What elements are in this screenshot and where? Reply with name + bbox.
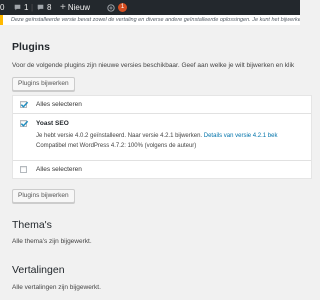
admin-bar-plugin-menu[interactable]: 1 bbox=[107, 0, 127, 15]
comment-icon bbox=[14, 4, 21, 11]
update-notice: Deze geïnstalleerde versie bevat zowel d… bbox=[0, 15, 300, 25]
select-all-checkbox-top[interactable] bbox=[20, 101, 29, 108]
plus-icon: + bbox=[60, 2, 66, 13]
plugin-version-info: Je hebt versie 4.0.2 geïnstalleerd. Naar… bbox=[36, 133, 277, 139]
admin-bar-counter[interactable]: 0 bbox=[0, 0, 4, 15]
table-header-row: Alles selecteren bbox=[13, 96, 311, 114]
comments-count: 1 bbox=[24, 3, 29, 12]
plugin-version-text: Je hebt versie 4.0.2 geïnstalleerd. Naar… bbox=[36, 133, 204, 139]
checkmark-icon bbox=[20, 101, 29, 108]
translations-description: Alle vertalingen zijn bijgewerkt. bbox=[12, 284, 101, 291]
notification-badge: 1 bbox=[118, 3, 127, 12]
plugins-table: Alles selecteren Yoast SEO Je hebt versi… bbox=[12, 95, 312, 179]
plugins-heading: Plugins bbox=[12, 41, 50, 53]
table-footer-row: Alles selecteren bbox=[13, 161, 311, 179]
themes-heading: Thema's bbox=[12, 219, 52, 231]
update-plugins-button-top[interactable]: Plugins bijwerken bbox=[12, 77, 75, 91]
themes-description: Alle thema's zijn bijgewerkt. bbox=[12, 238, 92, 245]
admin-bar-separator: | bbox=[31, 3, 34, 12]
translations-heading: Vertalingen bbox=[12, 264, 65, 276]
plugin-checkbox[interactable] bbox=[20, 120, 29, 127]
select-all-label-bottom: Alles selecteren bbox=[36, 166, 82, 173]
checkmark-icon bbox=[20, 120, 29, 127]
comments-bubble-icon bbox=[37, 4, 44, 11]
plugin-compatibility: Compatibel met WordPress 4.7.2: 100% (vo… bbox=[36, 143, 197, 149]
select-all-label-top: Alles selecteren bbox=[36, 101, 82, 108]
updates-count: 8 bbox=[47, 3, 52, 12]
new-label: Nieuw bbox=[67, 3, 91, 12]
plugin-row: Yoast SEO Je hebt versie 4.0.2 geïnstall… bbox=[13, 114, 311, 161]
select-all-checkbox-bottom[interactable] bbox=[20, 166, 27, 173]
plugin-name: Yoast SEO bbox=[36, 120, 69, 127]
update-plugins-button-bottom[interactable]: Plugins bijwerken bbox=[12, 189, 75, 203]
admin-bar-comments[interactable]: 1 bbox=[14, 0, 28, 15]
plugin-details-link[interactable]: Details van versie 4.2.1 bek bbox=[204, 133, 278, 139]
admin-bar-new[interactable]: + Nieuw bbox=[60, 0, 90, 15]
admin-bar-updates[interactable]: 8 bbox=[37, 0, 51, 15]
plugin-icon bbox=[107, 3, 115, 12]
admin-bar: 0 1 | 8 + Nieuw 1 bbox=[0, 0, 300, 15]
plugins-description: Voor de volgende plugins zijn nieuwe ver… bbox=[12, 62, 295, 69]
admin-bar-counter-value: 0 bbox=[0, 3, 5, 12]
